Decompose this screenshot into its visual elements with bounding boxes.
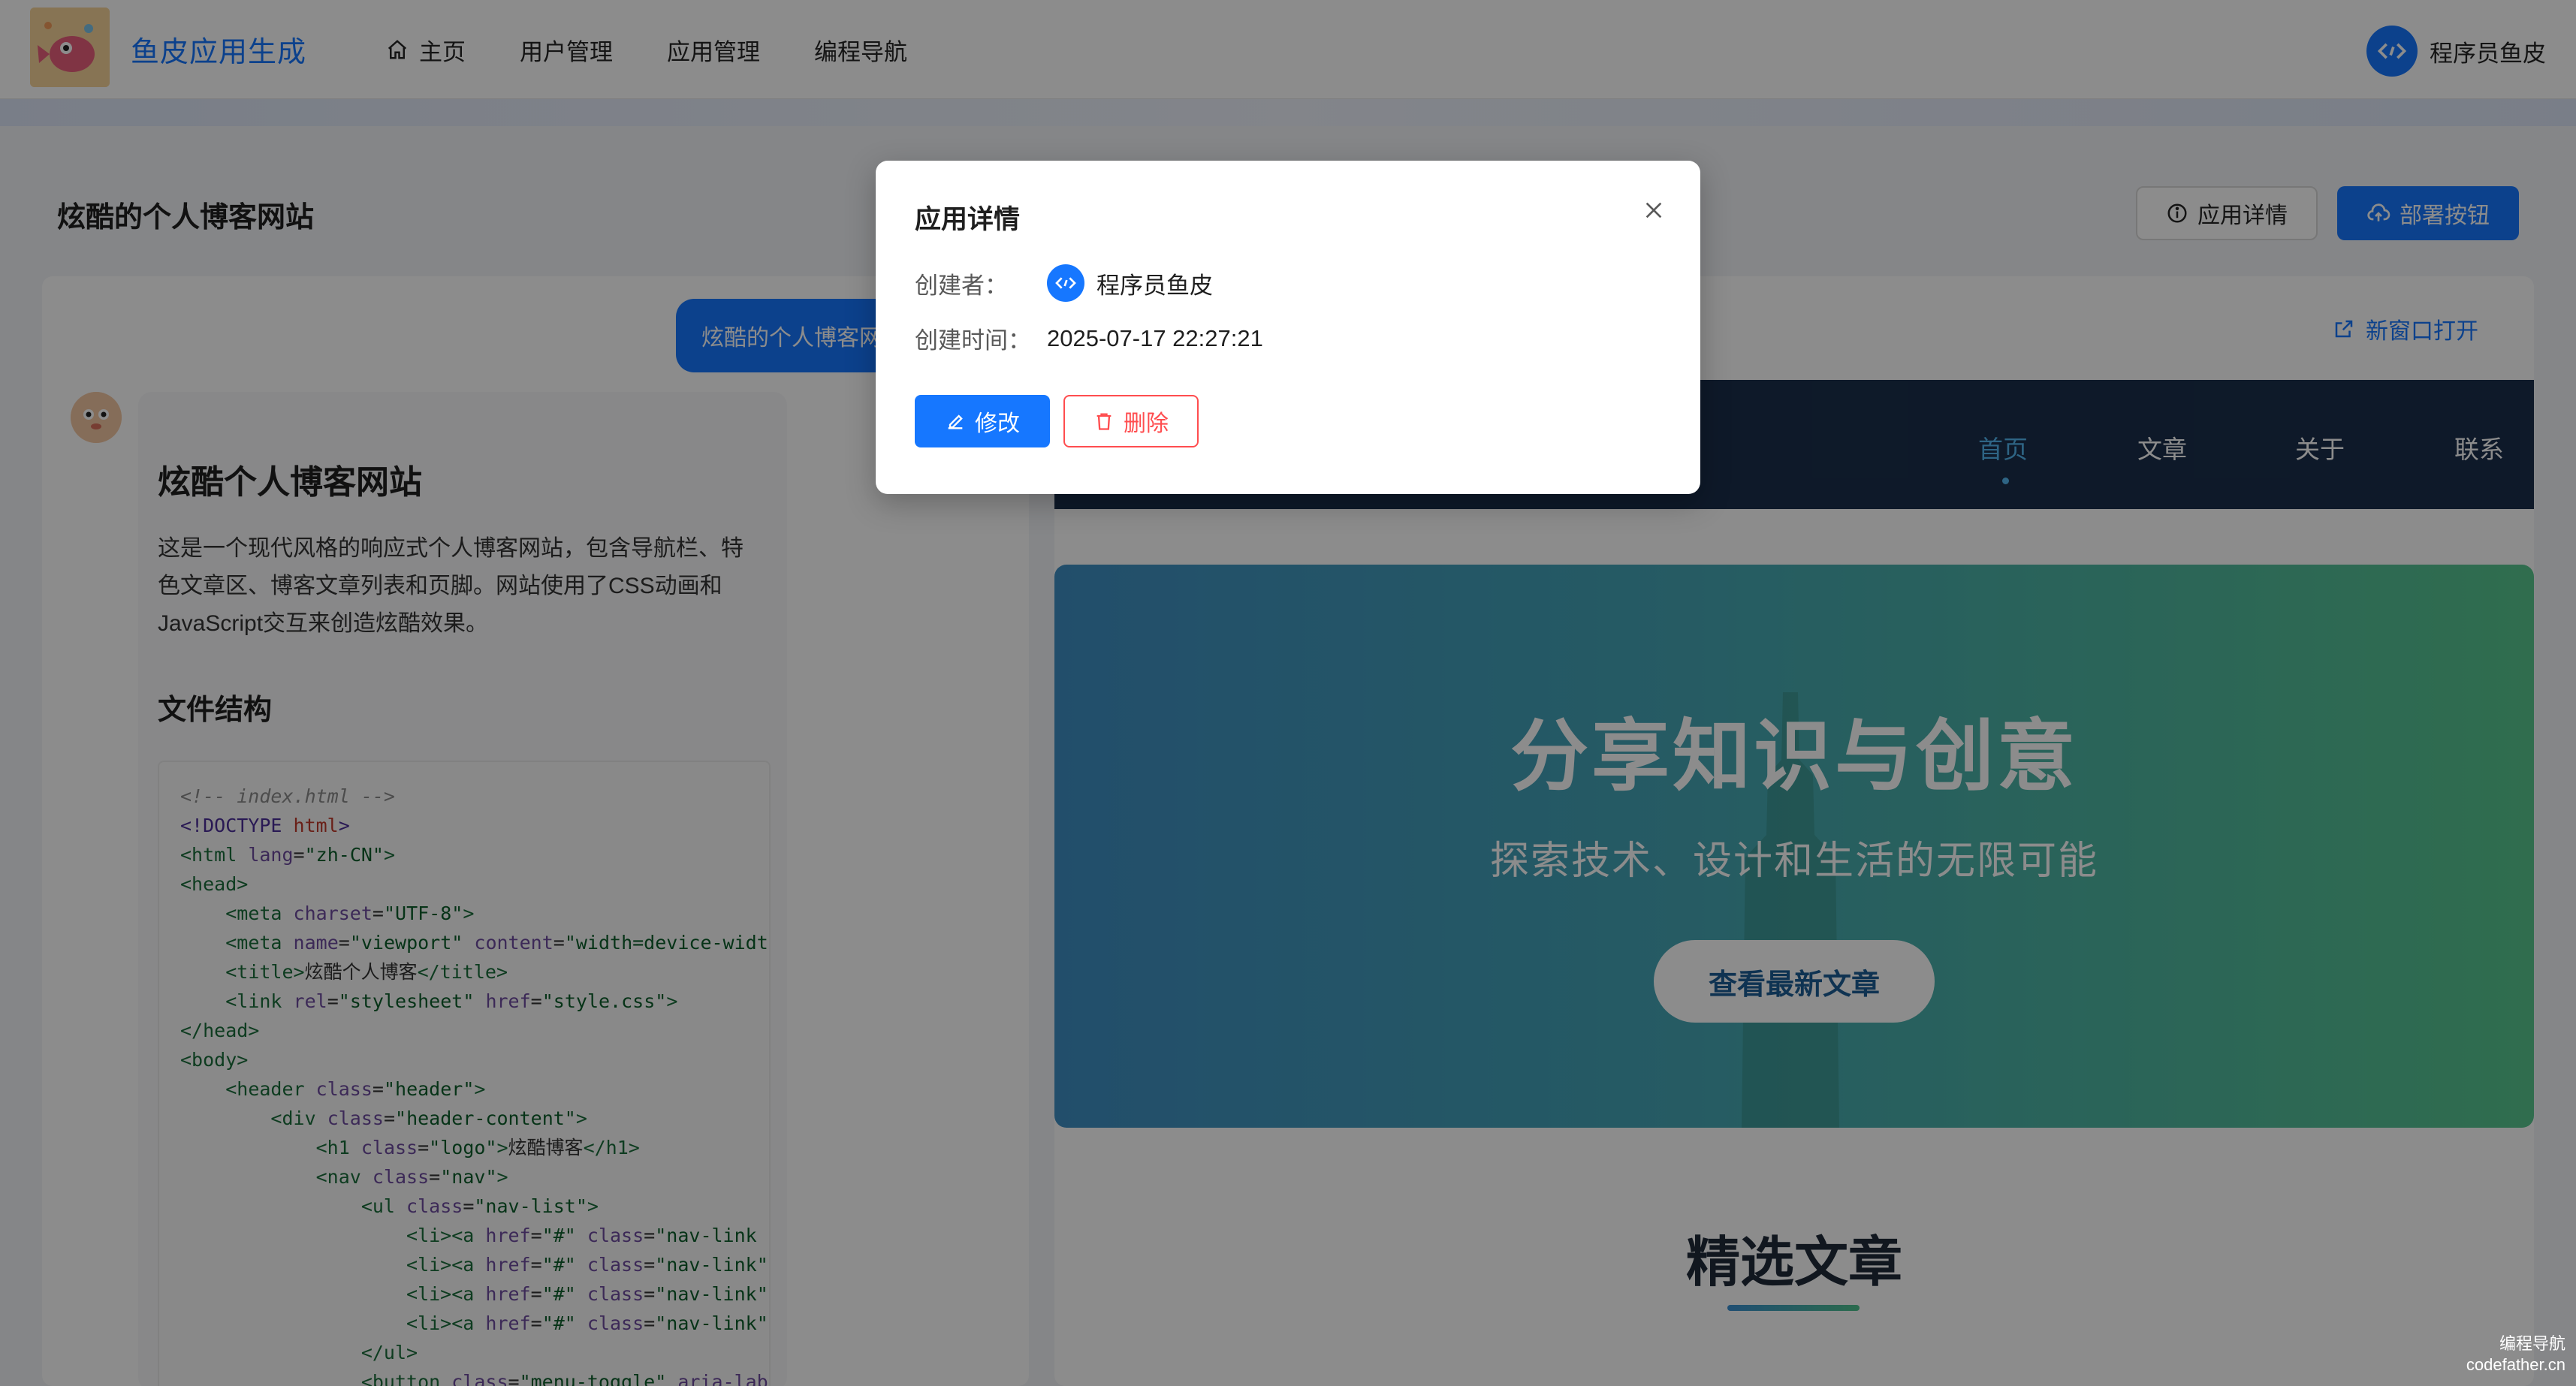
edit-icon — [948, 414, 963, 429]
code-logo-icon — [1055, 277, 1076, 289]
watermark: 编程导航 codefather.cn — [2466, 1333, 2565, 1375]
trash-icon — [1096, 413, 1112, 430]
watermark-line2: codefather.cn — [2466, 1355, 2565, 1374]
watermark-line1: 编程导航 — [2499, 1334, 2565, 1353]
delete-label: 删除 — [1124, 411, 1169, 436]
creator-label: 创建者： — [915, 272, 1008, 299]
delete-button[interactable]: 删除 — [1063, 395, 1199, 447]
created-time-label: 创建时间： — [915, 327, 1031, 354]
edit-label: 修改 — [975, 411, 1020, 436]
created-time-value: 2025-07-17 22:27:21 — [1047, 324, 1263, 351]
creator-row: 创建者： 程序员鱼皮 — [915, 264, 1213, 302]
edit-button[interactable]: 修改 — [915, 395, 1050, 447]
close-button[interactable] — [1637, 194, 1670, 227]
close-icon — [1645, 202, 1662, 218]
creator-name: 程序员鱼皮 — [1096, 272, 1213, 299]
modal-title: 应用详情 — [915, 205, 1021, 234]
created-time-row: 创建时间： 2025-07-17 22:27:21 — [915, 321, 1263, 355]
app-detail-modal: 应用详情 创建者： 程序员鱼皮 创建时间： 2025-07-17 22:27:2… — [876, 161, 1700, 494]
creator-avatar — [1047, 264, 1084, 302]
